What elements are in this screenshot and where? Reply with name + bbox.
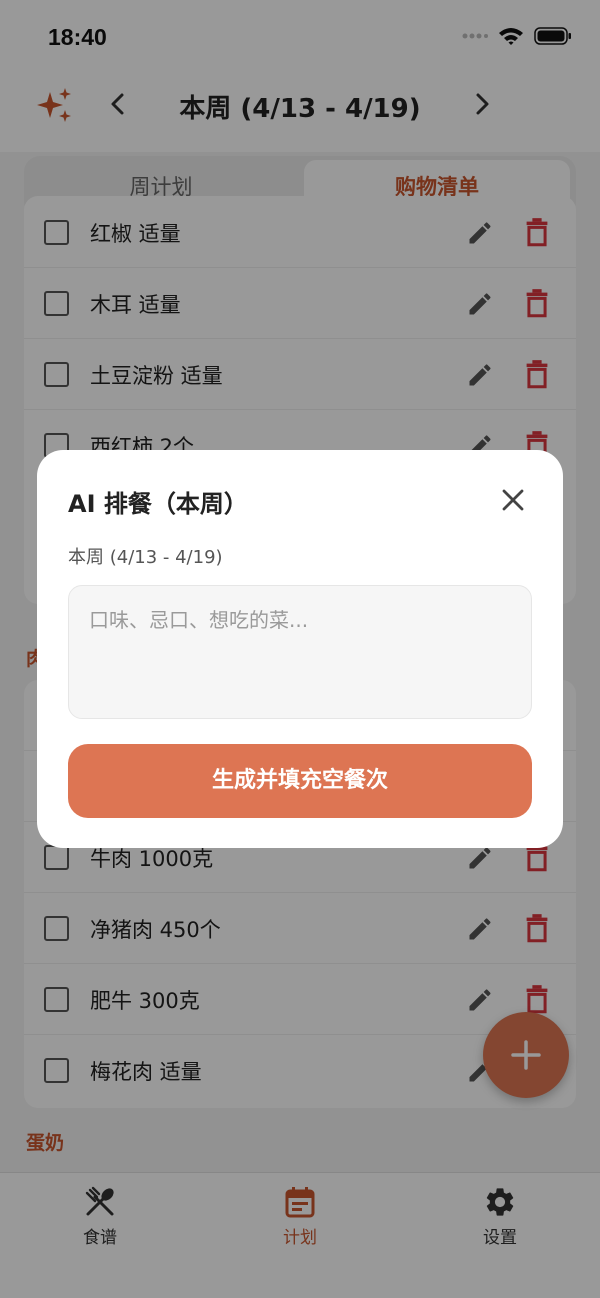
ai-meal-plan-dialog: AI 排餐（本周） 本周 (4/13 - 4/19) 生成并填充空餐次 [37, 450, 563, 848]
preference-input[interactable] [68, 585, 532, 719]
app-screen: 18:40 本周 (4/13 - 4/19) 周计划 购物清单 红椒 适量 木耳… [0, 0, 600, 1298]
dialog-week-range: 本周 (4/13 - 4/19) [68, 547, 223, 568]
generate-fill-button[interactable]: 生成并填充空餐次 [68, 744, 532, 818]
close-icon[interactable] [499, 486, 527, 514]
dialog-title: AI 排餐（本周） [68, 490, 248, 518]
